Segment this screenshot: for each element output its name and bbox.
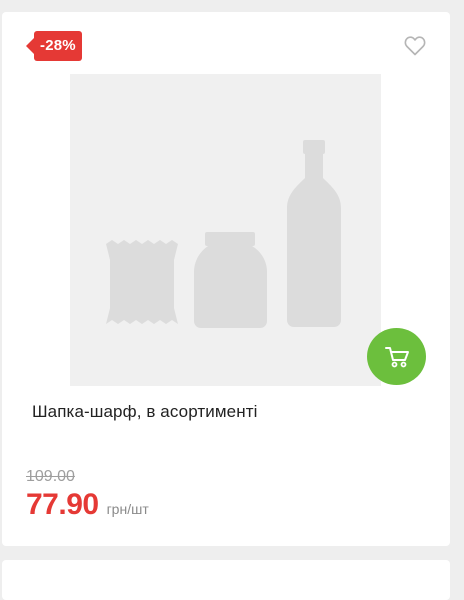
shopping-cart-icon: [384, 346, 409, 367]
price-row: 77.90 грн/шт: [26, 488, 149, 522]
new-price: 77.90: [26, 488, 99, 521]
next-product-card[interactable]: [2, 560, 450, 600]
heart-outline-icon: [404, 36, 426, 56]
price-unit: грн/шт: [106, 501, 149, 517]
add-to-cart-button[interactable]: [367, 328, 426, 385]
product-image[interactable]: [70, 74, 381, 386]
old-price: 109.00: [26, 468, 75, 485]
product-placeholder-icon: [106, 140, 341, 328]
discount-badge: -28%: [26, 31, 82, 61]
favorite-button[interactable]: [404, 36, 426, 56]
product-title[interactable]: Шапка-шарф, в асортименті: [32, 402, 257, 422]
